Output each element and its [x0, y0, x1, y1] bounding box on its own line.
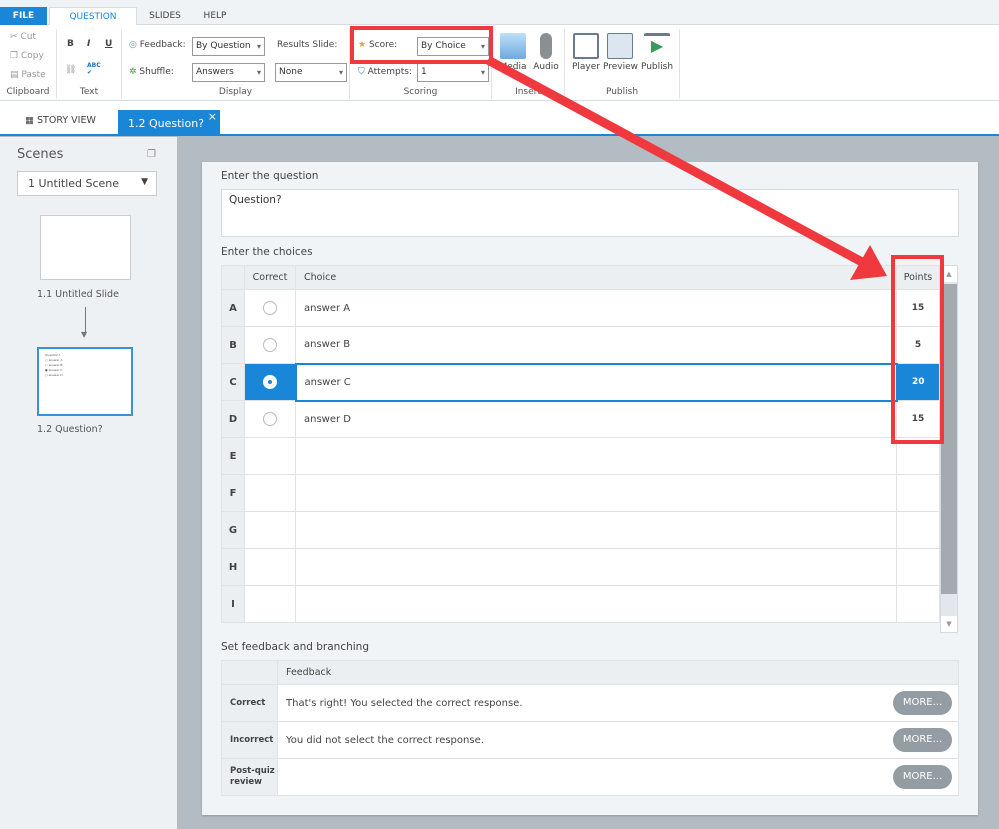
score-highlight-box	[350, 26, 493, 64]
annotation-arrow-line	[485, 56, 865, 266]
annotation-overlay	[350, 26, 944, 444]
points-highlight-box	[891, 255, 944, 444]
